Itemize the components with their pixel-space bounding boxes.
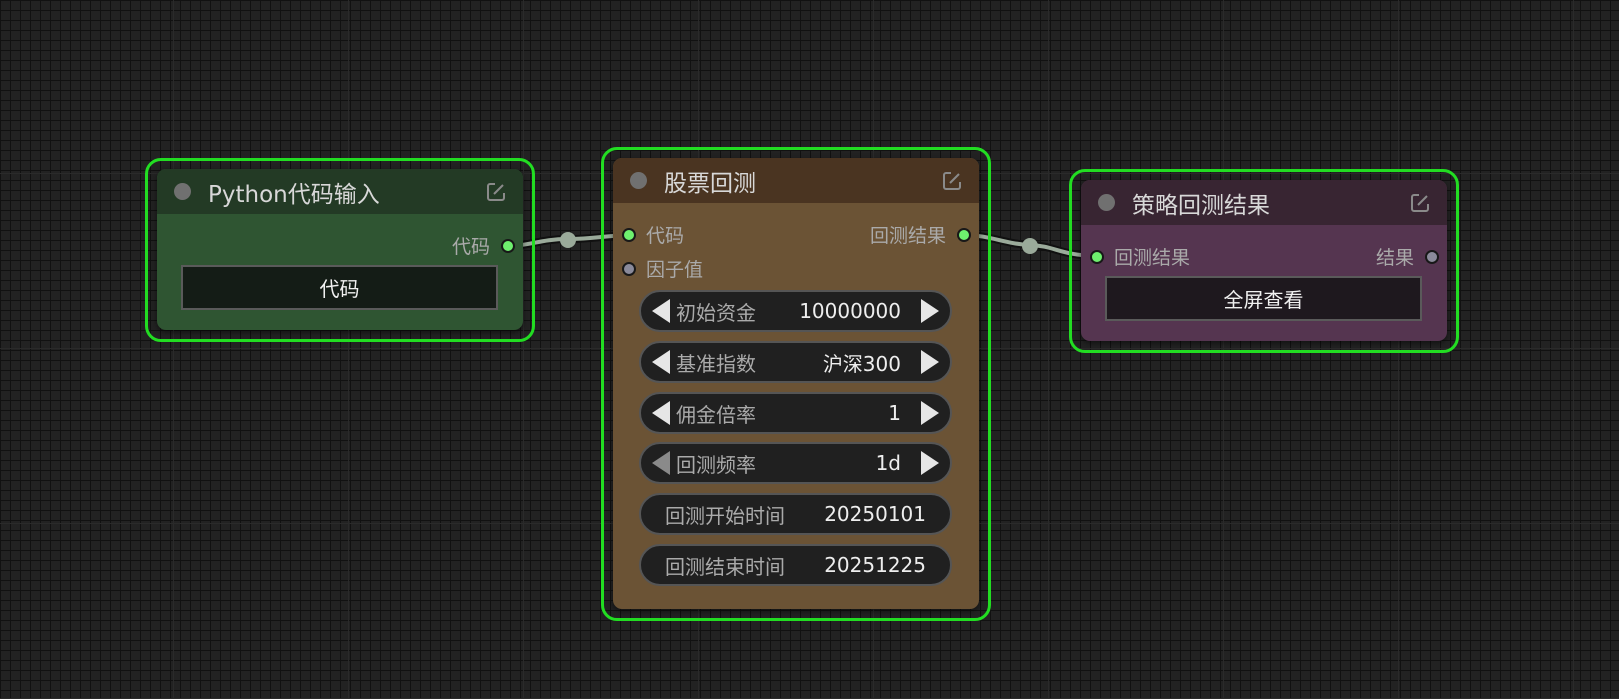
widget-end-date[interactable]: 回测结束时间 20251225 [639, 544, 952, 586]
widget-value: 20250101 [824, 502, 926, 526]
widget-start-date[interactable]: 回测开始时间 20250101 [639, 493, 952, 535]
collapse-dot-icon[interactable] [1098, 194, 1115, 211]
widget-label: 佣金倍率 [676, 402, 756, 427]
node-title: Python代码输入 [208, 181, 380, 208]
widget-initial-capital[interactable]: 初始资金 10000000 [639, 290, 952, 332]
widget-label: 回测开始时间 [665, 503, 785, 528]
strategy-result-node[interactable]: 策略回测结果 回测结果 结果 全屏查看 [1081, 180, 1447, 341]
edit-icon[interactable] [941, 170, 963, 192]
edit-icon[interactable] [1409, 192, 1431, 214]
decrement-arrow-icon[interactable] [652, 350, 670, 374]
input-slot-dot-result[interactable] [1090, 250, 1104, 264]
collapse-dot-icon[interactable] [630, 172, 647, 189]
edit-icon[interactable] [485, 181, 507, 203]
widget-commission[interactable]: 佣金倍率 1 [639, 392, 952, 434]
output-slot-label-final: 结果 [1375, 247, 1414, 269]
input-slot-label-result: 回测结果 [1114, 247, 1191, 269]
stock-backtest-node[interactable]: 股票回测 代码 因子值 回测结果 初始资金 10000000 基准指数 沪深30… [613, 158, 979, 609]
strategy-result-title-bar[interactable]: 策略回测结果 [1081, 180, 1447, 225]
output-slot-dot-result[interactable] [957, 228, 971, 242]
widget-label: 初始资金 [676, 300, 756, 325]
increment-arrow-icon[interactable] [921, 451, 939, 475]
widget-value: 1d [875, 451, 901, 475]
output-slot-dot-final[interactable] [1425, 250, 1439, 264]
increment-arrow-icon[interactable] [921, 401, 939, 425]
input-slot-dot-factor[interactable] [622, 262, 636, 276]
code-button[interactable]: 代码 [181, 265, 498, 310]
node-title: 股票回测 [664, 170, 756, 197]
stock-backtest-title-bar[interactable]: 股票回测 [613, 158, 979, 203]
widget-frequency[interactable]: 回测频率 1d [639, 442, 952, 484]
decrement-arrow-icon[interactable] [652, 401, 670, 425]
output-slot-label-result: 回测结果 [869, 225, 946, 247]
fullscreen-view-button[interactable]: 全屏查看 [1105, 276, 1422, 321]
output-slot-label-code: 代码 [451, 236, 490, 258]
widget-value: 沪深300 [822, 351, 901, 376]
widget-label: 回测结束时间 [665, 554, 785, 579]
node-title: 策略回测结果 [1132, 192, 1270, 219]
output-slot-dot-code[interactable] [501, 239, 515, 253]
decrement-arrow-icon[interactable] [652, 299, 670, 323]
widget-value: 20251225 [824, 553, 926, 577]
widget-benchmark[interactable]: 基准指数 沪深300 [639, 341, 952, 383]
python-input-title-bar[interactable]: Python代码输入 [157, 169, 523, 214]
collapse-dot-icon[interactable] [174, 183, 191, 200]
widget-value: 10000000 [799, 299, 901, 323]
widget-value: 1 [888, 401, 901, 425]
widget-label: 基准指数 [676, 351, 756, 376]
widget-label: 回测频率 [676, 452, 756, 477]
python-input-node[interactable]: Python代码输入 代码 代码 [157, 169, 523, 330]
decrement-arrow-icon[interactable] [652, 451, 670, 475]
input-slot-dot-code[interactable] [622, 228, 636, 242]
increment-arrow-icon[interactable] [921, 350, 939, 374]
increment-arrow-icon[interactable] [921, 299, 939, 323]
input-slot-label-factor: 因子值 [646, 259, 704, 281]
input-slot-label-code: 代码 [646, 225, 685, 247]
